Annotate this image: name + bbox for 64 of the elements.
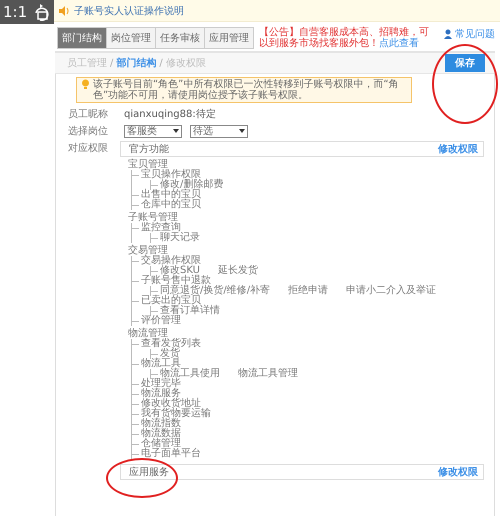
tab[interactable]: 岗位管理 (107, 28, 156, 48)
tree-item: 宝贝操作权限 (141, 170, 201, 180)
tree-item: 拒绝申请 (288, 286, 328, 296)
breadcrumb-link[interactable]: 员工管理 (67, 56, 107, 70)
panel-title: 官方功能 (129, 142, 169, 156)
banner-link[interactable]: 子账号实人认证操作说明 (74, 4, 184, 18)
tree-item: 子账号管理 (128, 213, 178, 223)
tree-item: 已卖出的宝贝 (141, 296, 201, 306)
tree-item: 宝贝管理 (128, 160, 168, 170)
light-bulb-icon (81, 79, 90, 89)
tree-item: 查看订单详情 (160, 306, 220, 316)
caret-icon (239, 129, 245, 133)
panel-title: 应用服务 (129, 466, 169, 479)
announcement-text: 【公告】自营客服成本高、招聘难，可以到服务市场找客服外包！点此查看 (259, 27, 430, 49)
tree-item: 交易管理 (128, 246, 168, 256)
edit-permissions-link[interactable]: 修改权限 (438, 465, 478, 479)
breadcrumb-link[interactable]: 部门结构 (116, 56, 156, 70)
tree-item: 修改SKU (160, 266, 200, 276)
tree-item: 电子面单平台 (141, 449, 202, 459)
tree-item: 处理完毕 (141, 379, 182, 389)
nickname-value: qianxuqing88:待定 (124, 108, 216, 121)
breadcrumb-separator: / (110, 58, 114, 68)
tree-item: 交易操作权限 (141, 256, 202, 266)
tree-item: 查看发货列表 (141, 339, 202, 349)
help-link[interactable]: 常见问题 (443, 27, 495, 41)
speaker-icon (58, 4, 69, 16)
tree-item: 物流工具使用 (160, 369, 220, 379)
tree-item: 我有货物要运输 (141, 409, 212, 419)
zoom-label: 1:1 (3, 3, 28, 21)
tip-text: 该子账号目前“角色”中所有权限已一次性转移到子账号权限中，而“角色”功能不可用，请使用岗位授予该子账号权限。 (93, 79, 400, 101)
tab[interactable]: 部门结构 (58, 28, 107, 48)
tree-item: 物流工具管理 (238, 369, 298, 379)
tree-item: 物流数据 (141, 429, 182, 439)
field-label: 员工昵称 (68, 108, 109, 121)
breadcrumb-link[interactable]: 修改权限 (166, 56, 206, 70)
tree-item: 物流指数 (141, 419, 182, 429)
tree-item: 仓储管理 (141, 439, 181, 449)
tree-item: 发货 (160, 349, 180, 359)
tab[interactable]: 应用管理 (205, 28, 253, 48)
caret-icon (173, 129, 179, 133)
tree-item: 出售中的宝贝 (141, 190, 202, 200)
position-select[interactable]: 客服类 (124, 124, 182, 138)
breadcrumb-separator: / (159, 58, 163, 68)
tree-item: 监控查询 (141, 223, 181, 233)
save-button[interactable]: 保存 (445, 54, 485, 72)
tree-item: 修改收货地址 (141, 399, 201, 409)
tree-item: 物流管理 (128, 329, 168, 339)
position-select[interactable]: 待选 (190, 124, 248, 138)
tree-item: 申请小二介入及举证 (346, 286, 436, 296)
field-label: 选择岗位 (68, 124, 109, 138)
view-link[interactable]: 点此查看 (379, 38, 419, 49)
tree-item: 物流服务 (141, 389, 181, 399)
tree-item: 仓库中的宝贝 (141, 200, 202, 210)
tree-item: 修改/删除邮费 (160, 180, 224, 190)
tree-item: 子账号售中退款 (141, 276, 211, 286)
tree-item: 延长发货 (218, 266, 258, 276)
tree-item: 评价管理 (141, 316, 182, 326)
edit-permissions-link[interactable]: 修改权限 (438, 142, 478, 156)
field-label: 对应权限 (68, 142, 109, 156)
tree-item: 物流工具 (141, 359, 181, 369)
tree-item: 同意退货/换货/维修/补寄 (160, 286, 270, 296)
person-icon (443, 29, 453, 39)
tab[interactable]: 任务审核 (156, 28, 205, 48)
tree-item: 聊天记录 (160, 233, 200, 243)
